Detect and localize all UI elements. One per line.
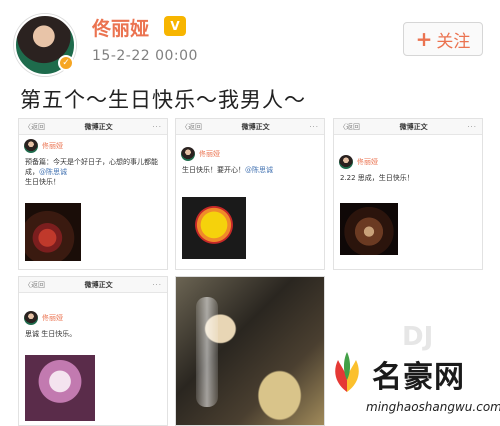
mini-user-row: 佟丽娅 — [334, 135, 482, 171]
post-text: 第五个～生日快乐～我男人～ — [20, 88, 306, 112]
screenshot-nav-bar: 〈返回 微博正文 ··· — [334, 119, 482, 135]
flowers-image — [25, 355, 95, 421]
verified-badge-icon: ✓ — [58, 55, 74, 71]
more-icon: ··· — [152, 122, 162, 131]
wine-glass-image — [25, 203, 81, 261]
champagne-glass-image — [196, 297, 218, 407]
follow-label: 关注 — [436, 31, 471, 52]
screenshot-nav-bar: 〈返回 微博正文 ··· — [176, 119, 324, 135]
username[interactable]: 佟丽娅 — [92, 14, 149, 41]
post-image-2[interactable]: 〈返回 微博正文 ··· 佟丽娅 生日快乐！要开心！@陈思诚 — [175, 118, 325, 270]
back-link: 〈返回 — [181, 122, 202, 131]
mini-avatar — [24, 311, 38, 325]
mini-text-line: 思诚 生日快乐。 — [25, 330, 77, 338]
watermark-brand: 名豪网 — [372, 360, 465, 395]
nav-title: 微博正文 — [84, 280, 113, 289]
mention-link: @陈思诚 — [39, 168, 67, 176]
post-image-5[interactable] — [175, 276, 325, 426]
mini-post-text: 预备篇：今天是个好日子，心想的事儿都能成，@陈思诚 生日快乐！ — [19, 155, 167, 189]
post-image-1[interactable]: 〈返回 微博正文 ··· 佟丽娅 预备篇：今天是个好日子，心想的事儿都能成，@陈… — [18, 118, 168, 270]
watermark-leaf-icon — [335, 352, 359, 392]
mini-avatar — [181, 147, 195, 161]
watermark-url: minghaoshangwu.com — [366, 400, 500, 414]
balloon-image — [182, 197, 246, 259]
back-link: 〈返回 — [24, 280, 45, 289]
mini-username: 佟丽娅 — [42, 142, 63, 150]
nav-title: 微博正文 — [399, 122, 428, 131]
more-icon: ··· — [467, 122, 477, 131]
nav-title: 微博正文 — [241, 122, 270, 131]
mini-username: 佟丽娅 — [357, 158, 378, 166]
mini-avatar — [339, 155, 353, 169]
mini-post-text: 2.22 思成，生日快乐！ — [334, 171, 482, 185]
mini-avatar — [24, 139, 38, 153]
screenshot-nav-bar: 〈返回 微博正文 ··· — [19, 119, 167, 135]
vip-crown-icon: V — [164, 16, 186, 36]
back-link: 〈返回 — [339, 122, 360, 131]
post-timestamp: 15-2-22 00:00 — [92, 48, 198, 64]
mini-user-row: 佟丽娅 — [176, 135, 324, 163]
plus-icon: + — [415, 27, 433, 51]
mini-text-line: 生日快乐！要开心！ — [182, 166, 245, 174]
mini-user-row: 佟丽娅 — [19, 135, 167, 155]
back-link: 〈返回 — [24, 122, 45, 131]
post-image-3[interactable]: 〈返回 微博正文 ··· 佟丽娅 2.22 思成，生日快乐！ — [333, 118, 483, 270]
cake-image — [340, 203, 398, 255]
nav-title: 微博正文 — [84, 122, 113, 131]
mini-username: 佟丽娅 — [199, 150, 220, 158]
mention-link: @陈思诚 — [245, 166, 273, 174]
mini-text-line-2: 生日快乐！ — [25, 178, 60, 186]
watermark-faint-logo: DJ — [402, 322, 434, 352]
follow-button[interactable]: + 关注 — [403, 22, 483, 56]
more-icon: ··· — [309, 122, 319, 131]
more-icon: ··· — [152, 280, 162, 289]
mini-text-line: 2.22 思成，生日快乐！ — [340, 174, 414, 182]
mini-username: 佟丽娅 — [42, 314, 63, 322]
mini-user-row: 佟丽娅 — [19, 293, 167, 327]
mini-post-text: 思诚 生日快乐。 — [19, 327, 167, 341]
post-image-4[interactable]: 〈返回 微博正文 ··· 佟丽娅 思诚 生日快乐。 — [18, 276, 168, 426]
mini-post-text: 生日快乐！要开心！@陈思诚 — [176, 163, 324, 177]
screenshot-nav-bar: 〈返回 微博正文 ··· — [19, 277, 167, 293]
